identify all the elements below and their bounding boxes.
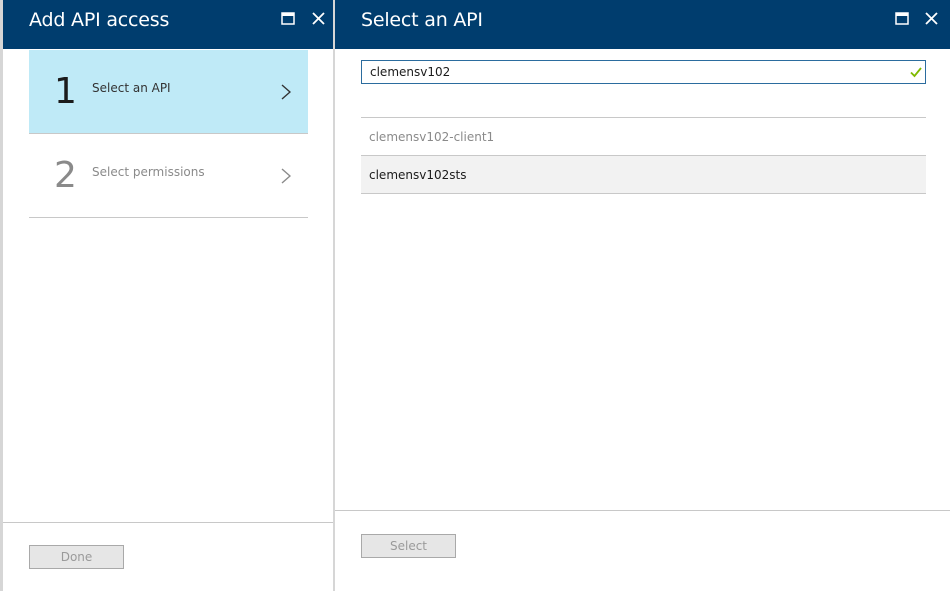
api-result-list: clemensv102-client1 clemensv102sts [361,117,926,194]
maximize-icon[interactable] [277,8,299,30]
blade-header: Select an API [335,0,950,49]
step-number: 1 [54,71,77,112]
chevron-right-icon [281,168,291,184]
chevron-right-icon [281,84,291,100]
search-box [361,60,926,84]
blade-title: Select an API [361,9,483,31]
step-select-api[interactable]: 1 Select an API [29,50,308,134]
select-an-api-blade: Select an API clemensv102-client1 clemen… [335,0,950,591]
blade-title: Add API access [29,9,170,31]
add-api-access-blade: Add API access 1 Select an API 2 Select … [0,0,335,591]
done-button[interactable]: Done [29,545,124,569]
maximize-icon[interactable] [891,8,913,30]
list-item[interactable]: clemensv102sts [361,156,926,194]
select-button[interactable]: Select [361,534,456,558]
footer-divider [3,522,333,523]
close-icon[interactable] [921,8,943,30]
search-input[interactable] [362,61,925,83]
blade-header: Add API access [3,0,333,49]
step-number: 2 [54,155,77,196]
checkmark-icon [910,67,922,78]
step-label: Select an API [92,81,171,95]
list-item[interactable]: clemensv102-client1 [361,118,926,156]
close-icon[interactable] [308,8,330,30]
footer-divider [335,510,950,511]
step-label: Select permissions [92,165,205,179]
step-select-permissions[interactable]: 2 Select permissions [29,134,308,218]
